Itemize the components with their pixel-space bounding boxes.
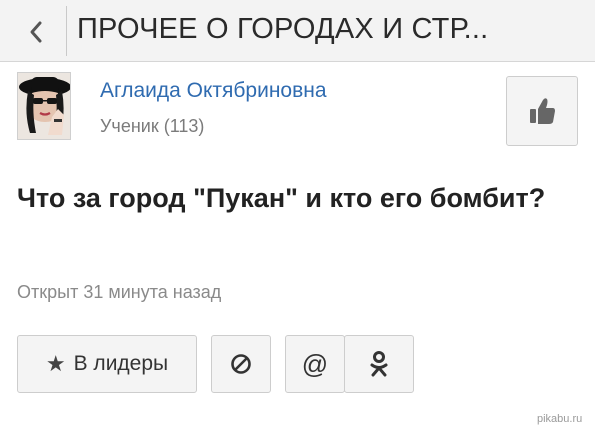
thumbs-up-icon: [530, 98, 555, 124]
avatar-image: [18, 73, 70, 139]
at-icon: @: [301, 348, 329, 379]
like-button[interactable]: [506, 76, 578, 146]
top-bar: ПРОЧЕЕ О ГОРОДАХ И СТР...: [0, 0, 595, 62]
watermark: pikabu.ru: [537, 413, 583, 425]
back-button[interactable]: [14, 10, 58, 54]
avatar[interactable]: [17, 72, 71, 140]
header-divider: [66, 6, 67, 56]
question-text: Что за город "Пукан" и кто его бомбит?: [17, 183, 546, 213]
page-title: ПРОЧЕЕ О ГОРОДАХ И СТР...: [77, 13, 489, 45]
author-name[interactable]: Аглаида Октябриновна: [100, 79, 327, 103]
block-button[interactable]: [211, 335, 271, 393]
to-leaders-label: В лидеры: [73, 352, 169, 375]
odnoklassniki-share-button[interactable]: [344, 335, 414, 393]
mention-button[interactable]: @: [285, 335, 345, 393]
opened-timestamp: Открыт 31 минута назад: [17, 282, 222, 302]
to-leaders-button[interactable]: ★ В лидеры: [17, 335, 197, 393]
author-rank: Ученик (113): [100, 116, 205, 136]
chevron-left-icon: [30, 21, 42, 43]
odnoklassniki-icon: [370, 351, 388, 377]
star-icon: ★: [45, 351, 66, 376]
block-icon: [231, 354, 251, 374]
